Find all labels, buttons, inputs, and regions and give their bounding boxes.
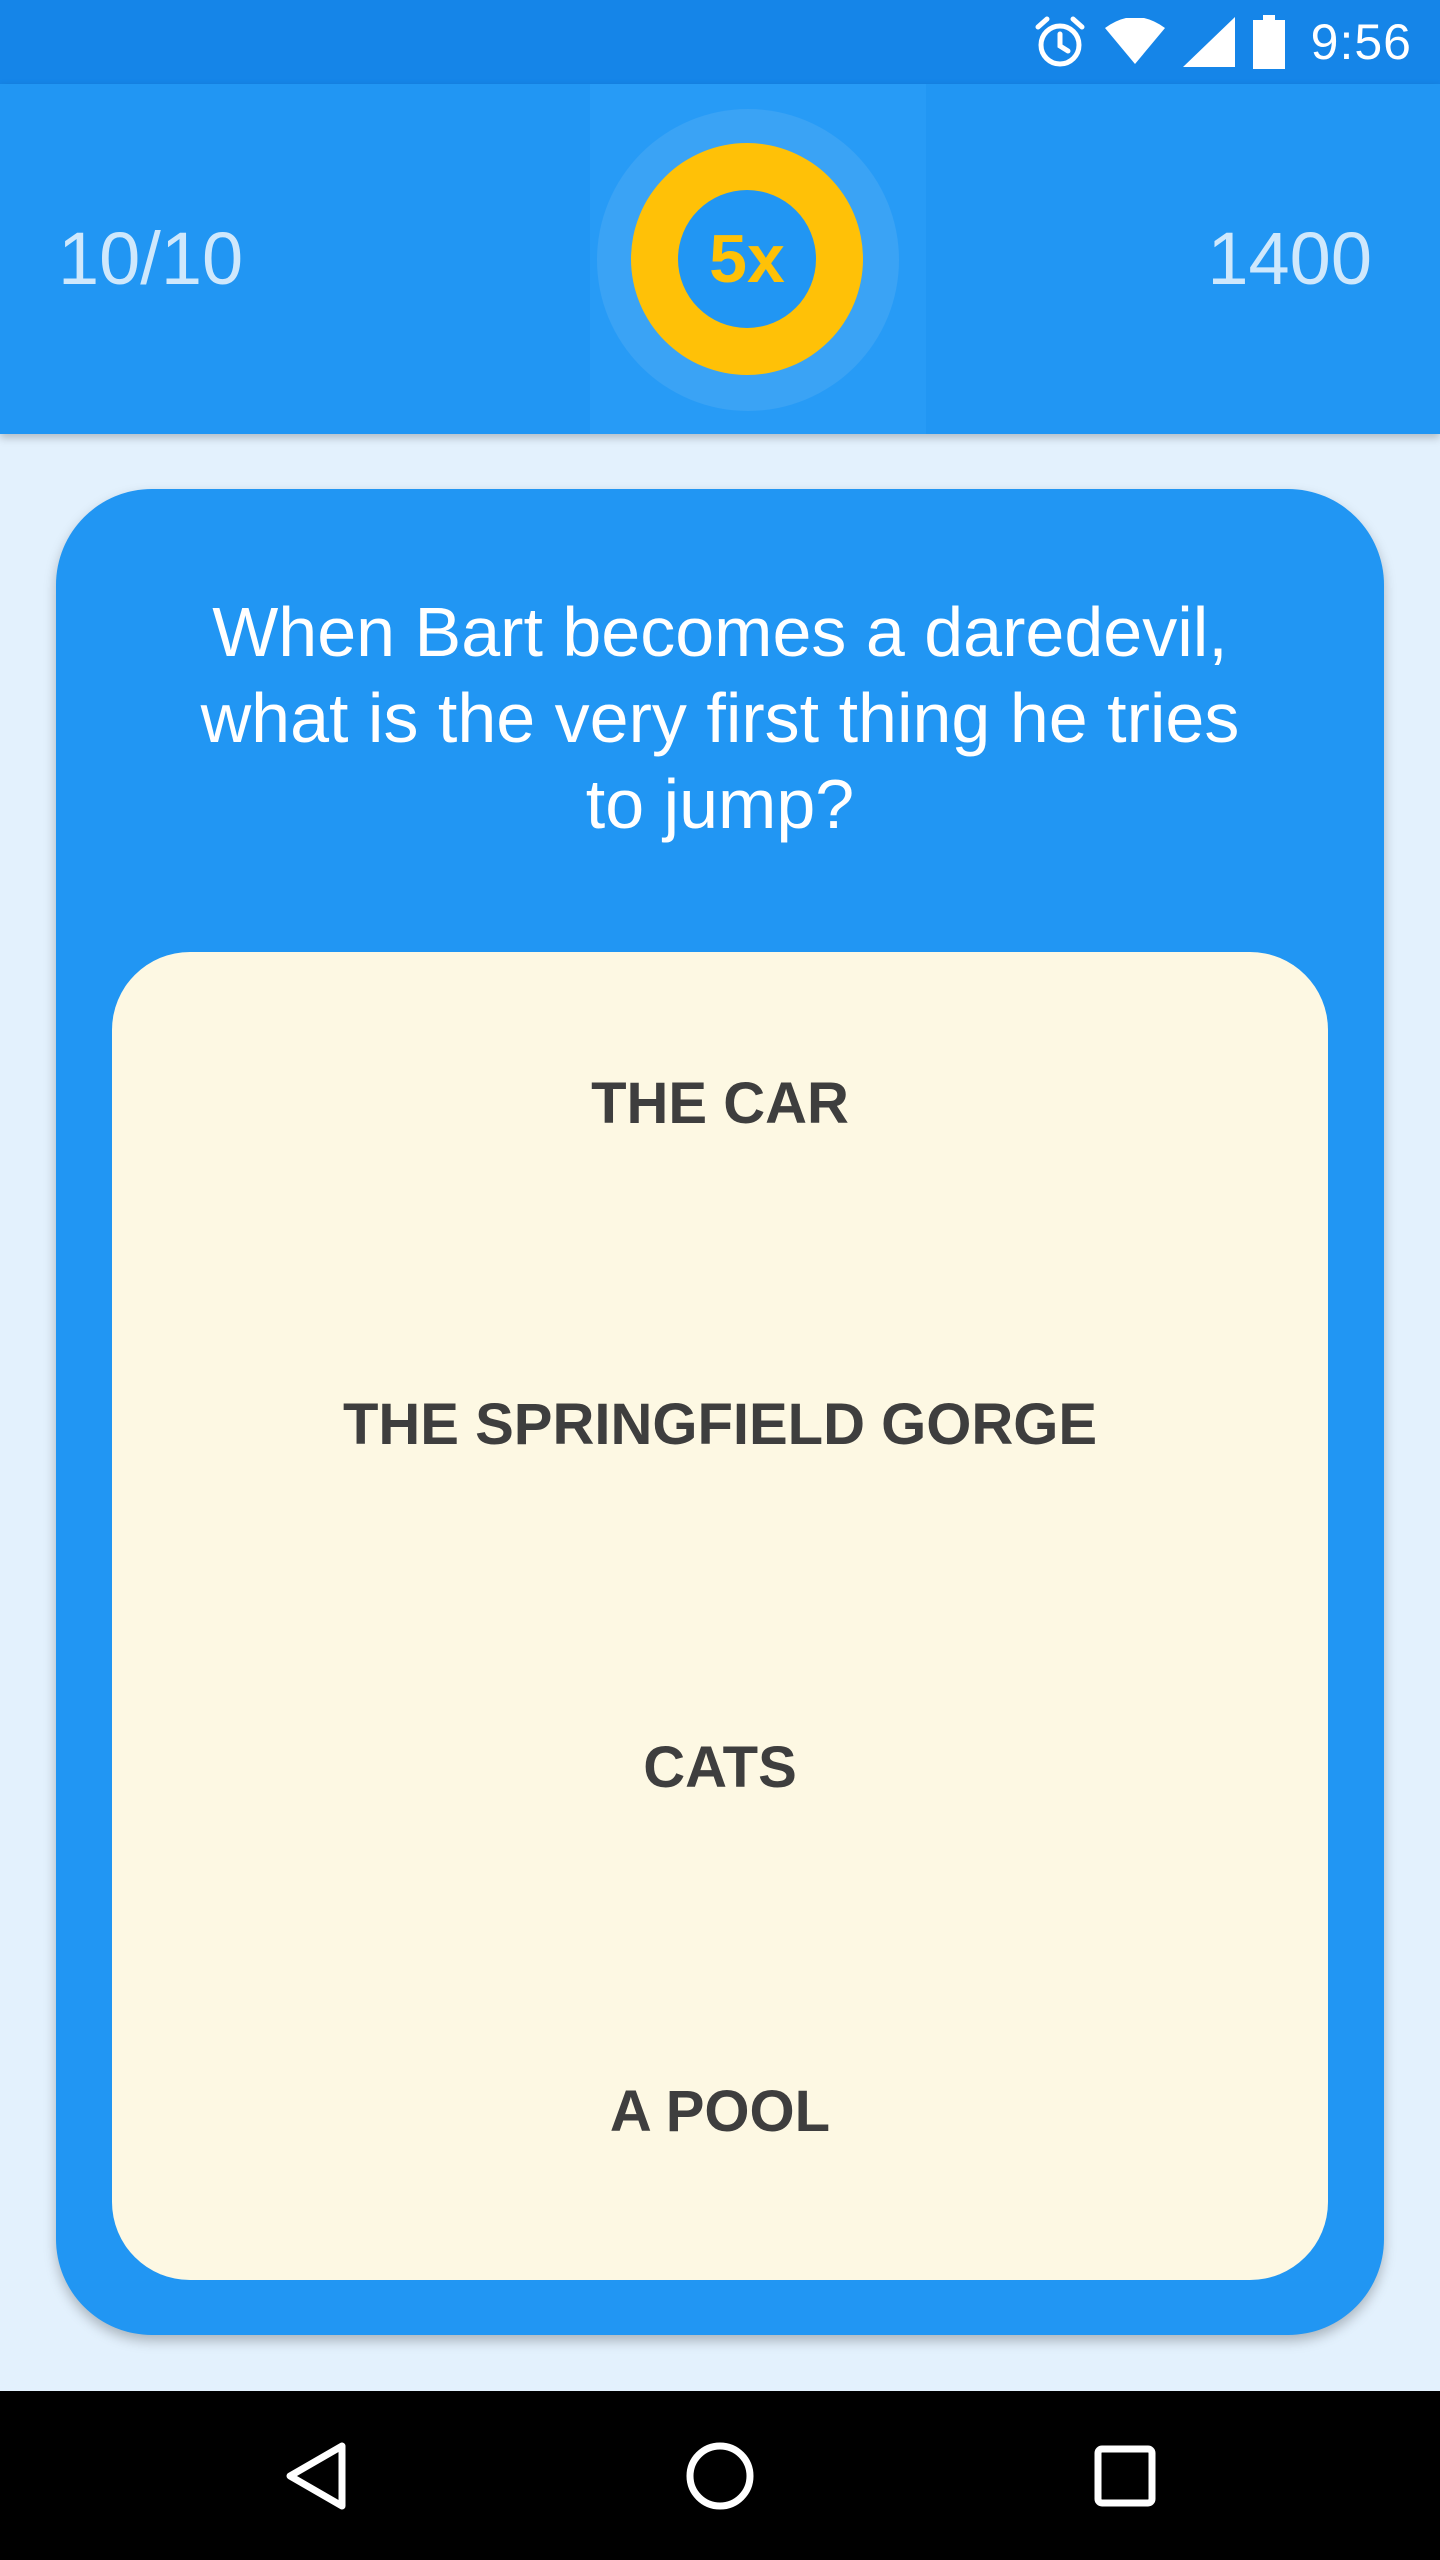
- status-bar: 9:56: [0, 0, 1440, 84]
- score: 1400: [1207, 217, 1372, 300]
- wifi-icon: [1104, 18, 1165, 66]
- recents-button[interactable]: [1040, 2391, 1210, 2560]
- status-icons: 9:56: [1033, 0, 1412, 84]
- home-button[interactable]: [635, 2391, 805, 2560]
- recents-icon: [1093, 2444, 1157, 2508]
- navigation-bar: [0, 2391, 1440, 2560]
- answer-option-3[interactable]: CATS: [112, 1708, 1328, 1828]
- answer-option-2[interactable]: THE SPRINGFIELD GORGE: [112, 1365, 1328, 1485]
- answer-option-4[interactable]: A POOL: [112, 2052, 1328, 2172]
- alarm-icon: [1033, 15, 1087, 69]
- quiz-header: 10/10 5x 1400: [0, 84, 1440, 434]
- multiplier-label: 5x: [709, 221, 785, 297]
- question-progress: 10/10: [58, 217, 244, 300]
- status-time: 9:56: [1310, 14, 1412, 70]
- multiplier-badge: 5x: [678, 190, 816, 328]
- answer-option-1[interactable]: THE CAR: [112, 1044, 1328, 1164]
- question-card: When Bart becomes a daredevil, what is t…: [56, 489, 1384, 2335]
- battery-icon: [1252, 15, 1285, 69]
- cell-signal-icon: [1182, 17, 1235, 67]
- back-button[interactable]: [231, 2391, 401, 2560]
- back-icon: [284, 2440, 348, 2512]
- home-icon: [684, 2440, 756, 2512]
- answers-panel: THE CAR THE SPRINGFIELD GORGE CATS A POO…: [112, 952, 1328, 2280]
- question-text: When Bart becomes a daredevil, what is t…: [200, 593, 1240, 843]
